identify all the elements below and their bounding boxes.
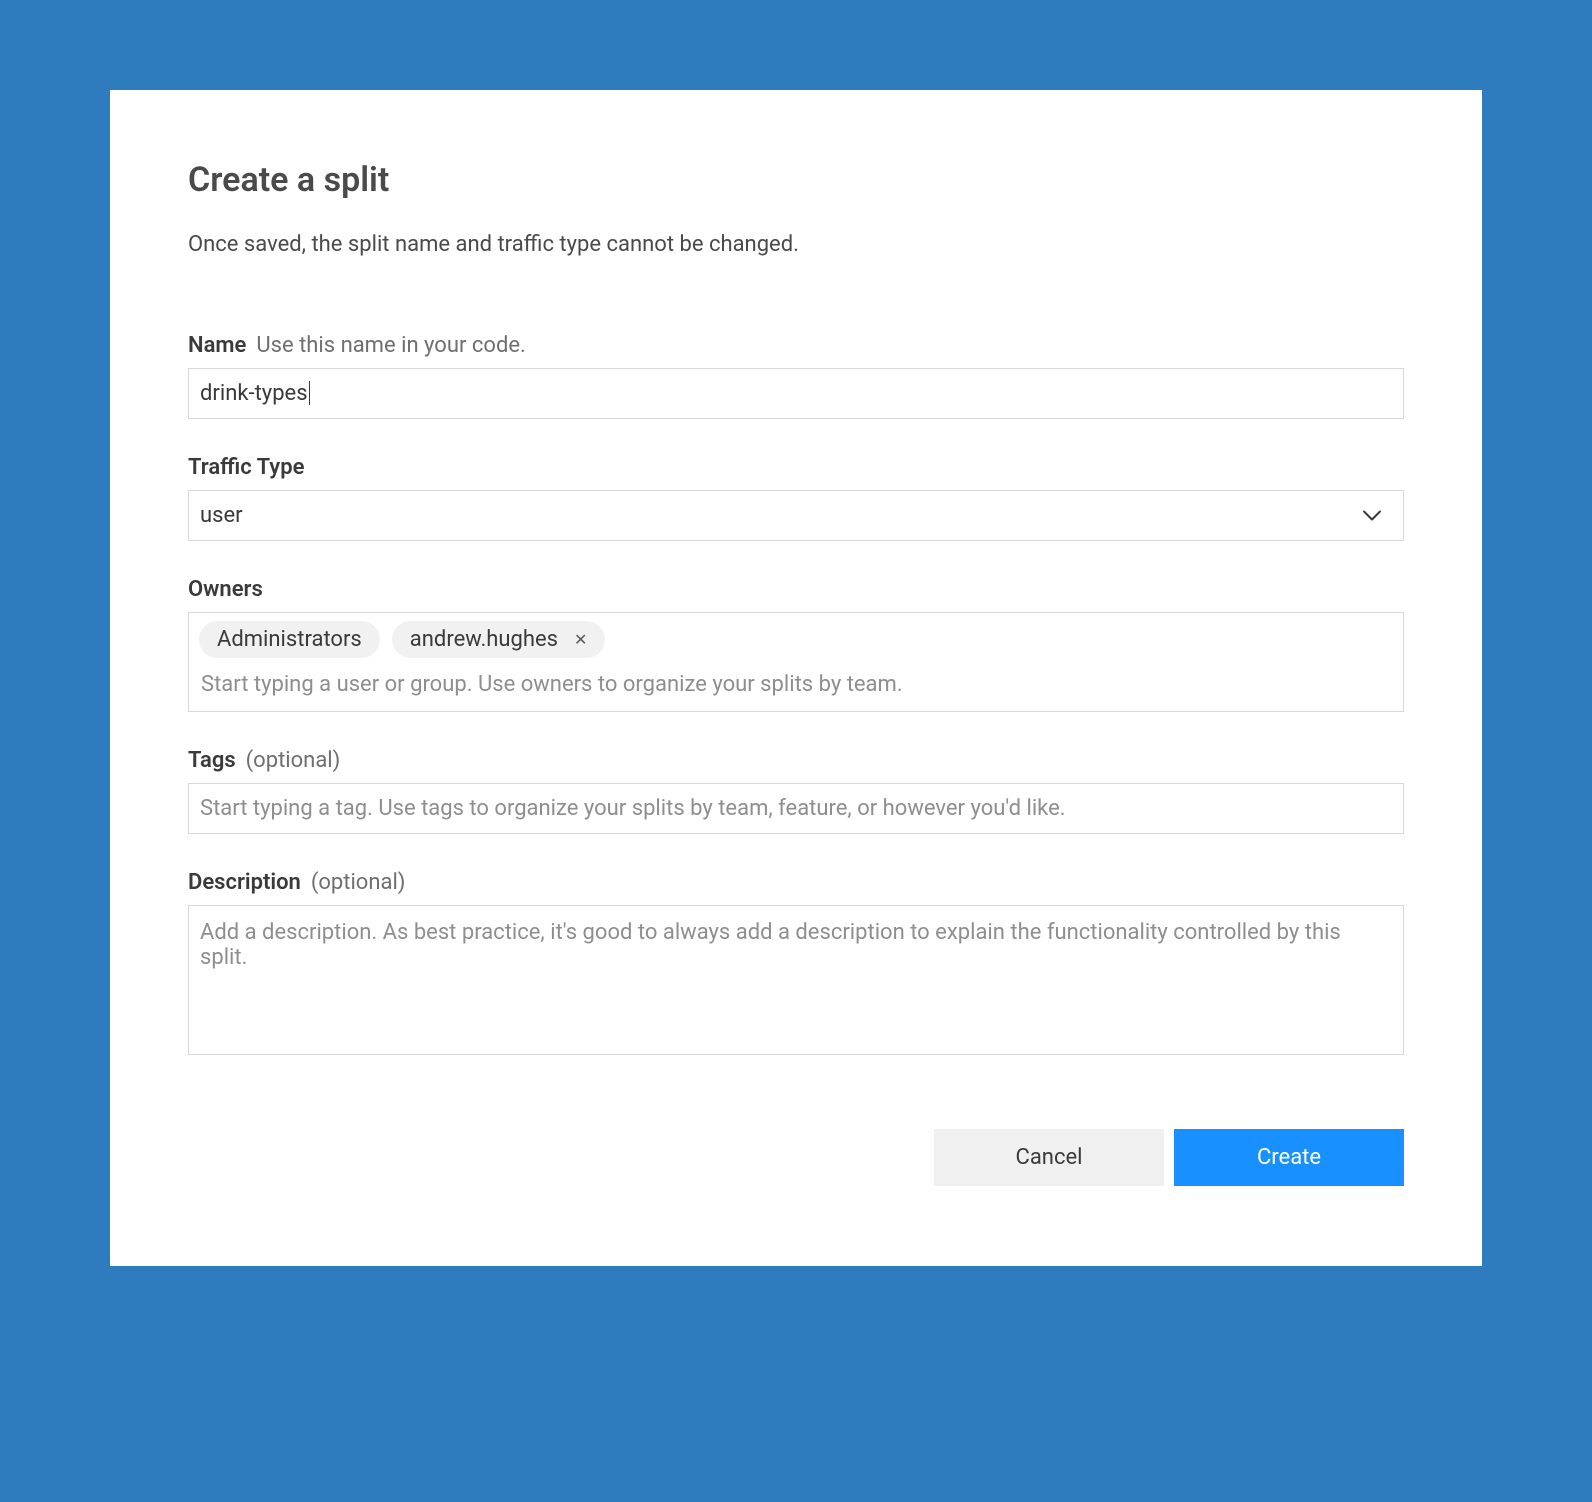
- modal-title: Create a split: [188, 160, 1404, 200]
- owners-input[interactable]: Administrators andrew.hughes ✕ Start typin…: [188, 612, 1404, 712]
- tags-label-row: Tags (optional): [188, 748, 1404, 773]
- name-label: Name: [188, 333, 246, 358]
- traffic-type-field-group: Traffic Type user: [188, 455, 1404, 541]
- description-label: Description: [188, 870, 301, 895]
- traffic-type-label-row: Traffic Type: [188, 455, 1404, 480]
- owners-chips-row: Administrators andrew.hughes ✕: [199, 621, 1393, 658]
- traffic-type-select[interactable]: user: [188, 490, 1404, 541]
- name-hint: Use this name in your code.: [256, 333, 525, 358]
- owner-chip[interactable]: Administrators: [199, 621, 380, 658]
- cancel-button[interactable]: Cancel: [934, 1129, 1164, 1186]
- tags-label: Tags: [188, 748, 236, 773]
- button-row: Cancel Create: [188, 1129, 1404, 1186]
- traffic-type-select-wrapper: user: [188, 490, 1404, 541]
- name-field-group: Name Use this name in your code. drink-t…: [188, 333, 1404, 419]
- create-split-modal: Create a split Once saved, the split nam…: [110, 90, 1482, 1266]
- description-optional-label: (optional): [311, 870, 406, 895]
- modal-subtitle: Once saved, the split name and traffic t…: [188, 232, 1404, 257]
- owners-label: Owners: [188, 577, 263, 602]
- name-label-row: Name Use this name in your code.: [188, 333, 1404, 358]
- tags-optional-label: (optional): [246, 748, 341, 773]
- text-caret-icon: [309, 381, 310, 405]
- owners-hint: Start typing a user or group. Use owners…: [199, 672, 1393, 697]
- owners-label-row: Owners: [188, 577, 1404, 602]
- owners-field-group: Owners Administrators andrew.hughes ✕ Star…: [188, 577, 1404, 712]
- owner-chip[interactable]: andrew.hughes ✕: [392, 621, 606, 658]
- name-input-value: drink-types: [200, 381, 308, 406]
- description-field-group: Description (optional): [188, 870, 1404, 1059]
- description-label-row: Description (optional): [188, 870, 1404, 895]
- tags-field-group: Tags (optional): [188, 748, 1404, 834]
- create-button[interactable]: Create: [1174, 1129, 1404, 1186]
- description-textarea[interactable]: [188, 905, 1404, 1055]
- close-icon[interactable]: ✕: [574, 632, 587, 648]
- name-input[interactable]: drink-types: [188, 368, 1404, 419]
- owner-chip-label: Administrators: [217, 627, 362, 652]
- tags-input[interactable]: [188, 783, 1404, 834]
- owner-chip-label: andrew.hughes: [410, 627, 558, 652]
- traffic-type-label: Traffic Type: [188, 455, 304, 480]
